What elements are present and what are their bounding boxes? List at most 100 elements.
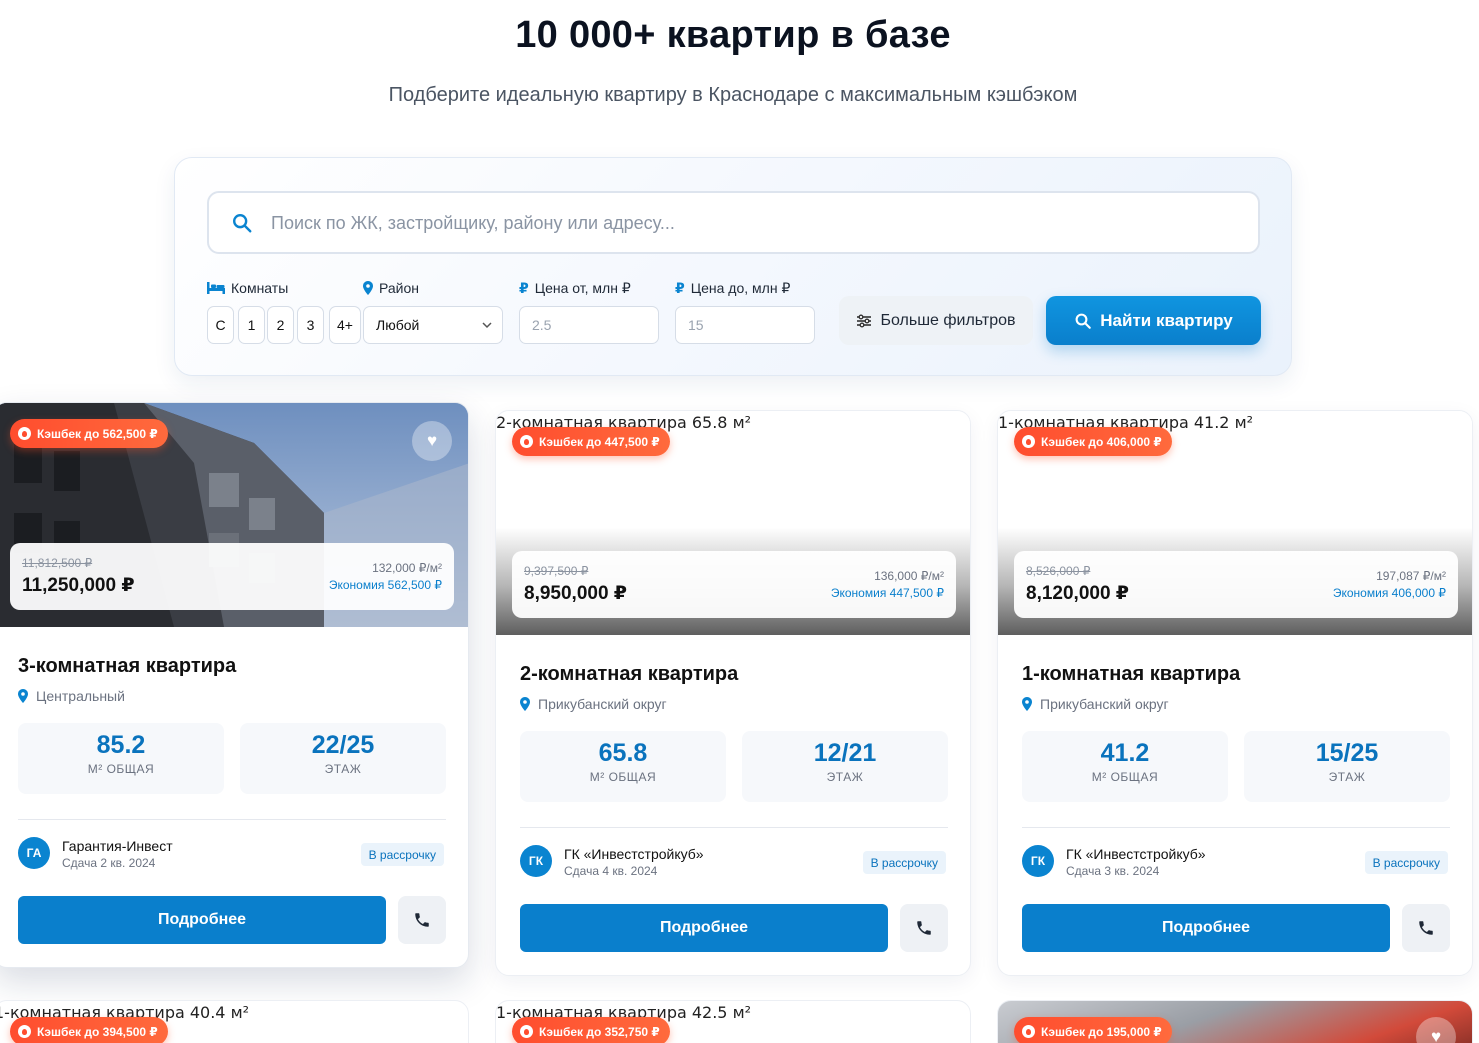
developer-name[interactable]: Гарантия-Инвест: [62, 838, 173, 854]
details-button[interactable]: Подробнее: [18, 896, 386, 944]
apartment-card[interactable]: 2-комнатная квартира 65.8 м² Кэшбек до 4…: [495, 410, 971, 976]
cashback-badge: Кэшбек до 562,500 ₽: [10, 419, 168, 448]
room-option-1[interactable]: 1: [238, 306, 265, 344]
details-button[interactable]: Подробнее: [1022, 904, 1390, 952]
find-apartment-label: Найти квартиру: [1100, 310, 1233, 330]
savings-text: Экономия 562,500 ₽: [328, 578, 442, 592]
favorite-heart-icon[interactable]: ♥: [412, 421, 452, 461]
card-location: Прикубанский округ: [1022, 696, 1169, 712]
developer-name[interactable]: ГК «Инвестстройкуб»: [564, 846, 704, 862]
apartment-card[interactable]: 1-комнатная квартира 42.5 м² Кэшбек до 3…: [495, 1000, 971, 1043]
area-value: 65.8: [598, 739, 648, 767]
phone-icon: [415, 913, 429, 927]
price-to-input[interactable]: 15: [675, 306, 815, 344]
current-price: 8,120,000 ₽: [1026, 583, 1130, 604]
search-icon: [233, 214, 252, 233]
floor-value: 15/25: [1315, 739, 1379, 767]
floor-value: 12/21: [813, 739, 877, 767]
cashback-badge: Кэшбек до 195,000 ₽: [1014, 1017, 1172, 1043]
cashback-badge: Кэшбек до 406,000 ₽: [1014, 427, 1172, 456]
cashback-badge-text: Кэшбек до 195,000 ₽: [1041, 1024, 1162, 1039]
current-price: 8,950,000 ₽: [524, 583, 628, 604]
cashback-badge: Кэшбек до 447,500 ₽: [512, 427, 670, 456]
phone-icon: [1419, 921, 1433, 935]
room-option-studio[interactable]: С: [207, 306, 234, 344]
price-to-label-text: Цена до, млн ₽: [690, 280, 791, 296]
more-filters-label: Больше фильтров: [880, 311, 1016, 329]
price-to-label: ₽ Цена до, млн ₽: [675, 280, 790, 297]
favorite-heart-icon[interactable]: ♥: [1416, 1017, 1456, 1043]
room-option-4plus[interactable]: 4+: [329, 306, 361, 344]
floor-stat: 12/21 ЭТАЖ: [742, 731, 948, 802]
area-stat: 41.2 М² ОБЩАЯ: [1022, 731, 1228, 802]
floor-label: ЭТАЖ: [1328, 770, 1366, 784]
current-price: 11,250,000 ₽: [22, 575, 135, 596]
area-value: 41.2: [1100, 739, 1150, 767]
price-from-label: ₽ Цена от, млн ₽: [519, 280, 631, 297]
district-select-value: Любой: [376, 317, 420, 333]
developer-name[interactable]: ГК «Инвестстройкуб»: [1066, 846, 1206, 862]
price-box: 8,526,000 ₽ 8,120,000 ₽ 197,087 ₽/м² Эко…: [1014, 551, 1458, 618]
location-pin-icon: [520, 697, 530, 711]
installment-badge: В рассрочку: [1364, 851, 1448, 874]
area-label: М² ОБЩАЯ: [87, 762, 155, 776]
apartment-card[interactable]: Кэшбек до 195,000 ₽ ♥: [997, 1000, 1473, 1043]
card-location: Прикубанский округ: [520, 696, 667, 712]
district-select[interactable]: Любой: [363, 306, 503, 344]
location-text: Прикубанский округ: [1040, 696, 1169, 712]
cashback-badge-text: Кэшбек до 562,500 ₽: [37, 426, 158, 441]
search-box[interactable]: [207, 191, 1260, 254]
ruble-icon: ₽: [675, 280, 685, 296]
floor-stat: 22/25 ЭТАЖ: [240, 723, 446, 794]
area-stat: 85.2 М² ОБЩАЯ: [18, 723, 224, 794]
card-title: 3-комнатная квартира: [18, 655, 237, 677]
area-label: М² ОБЩАЯ: [589, 770, 657, 784]
floor-label: ЭТАЖ: [826, 770, 864, 784]
price-from-label-text: Цена от, млн ₽: [534, 280, 631, 296]
price-box: 9,397,500 ₽ 8,950,000 ₽ 136,000 ₽/м² Эко…: [512, 551, 956, 618]
cashback-badge: Кэшбек до 394,500 ₽: [10, 1017, 168, 1043]
apartment-card[interactable]: 1-комнатная квартира 41.2 м² Кэшбек до 4…: [997, 410, 1473, 976]
details-button[interactable]: Подробнее: [520, 904, 888, 952]
price-per-m2: 197,087 ₽/м²: [1376, 569, 1446, 583]
fire-icon: [18, 427, 31, 440]
apartment-card[interactable]: Кэшбек до 562,500 ₽ ♥ 11,812,500 ₽ 11,25…: [0, 402, 469, 968]
location-pin-icon: [363, 281, 373, 295]
room-option-3[interactable]: 3: [297, 306, 324, 344]
more-filters-button[interactable]: Больше фильтров: [839, 296, 1033, 345]
divider: [520, 827, 948, 828]
developer-avatar: ГА: [18, 837, 50, 869]
district-label-text: Район: [379, 280, 419, 296]
page-subtitle: Подберите идеальную квартиру в Краснодар…: [388, 84, 1078, 106]
developer-avatar: ГК: [1022, 845, 1054, 877]
fire-icon: [18, 1025, 31, 1038]
divider: [1022, 827, 1450, 828]
card-title: 2-комнатная квартира: [520, 663, 739, 685]
cashback-badge-text: Кэшбек до 447,500 ₽: [539, 434, 660, 449]
cashback-badge: Кэшбек до 352,750 ₽: [512, 1017, 670, 1043]
installment-badge: В рассрочку: [862, 851, 946, 874]
price-box: 11,812,500 ₽ 11,250,000 ₽ 132,000 ₽/м² Э…: [10, 543, 454, 610]
delivery-date: Сдача 3 кв. 2024: [1066, 864, 1160, 878]
search-icon: [1075, 313, 1092, 329]
search-input[interactable]: [271, 205, 1231, 241]
area-label: М² ОБЩАЯ: [1091, 770, 1159, 784]
card-title: 1-комнатная квартира: [1022, 663, 1241, 685]
apartment-card[interactable]: 1-комнатная квартира 40.4 м² Кэшбек до 3…: [0, 1000, 469, 1043]
find-apartment-button[interactable]: Найти квартиру: [1046, 296, 1261, 345]
location-pin-icon: [1022, 697, 1032, 711]
call-button[interactable]: [1402, 904, 1450, 952]
old-price: 8,526,000 ₽: [1026, 564, 1091, 578]
chevron-down-icon: [482, 322, 492, 329]
location-text: Центральный: [36, 688, 125, 704]
divider: [18, 819, 446, 820]
call-button[interactable]: [900, 904, 948, 952]
price-from-input[interactable]: 2.5: [519, 306, 659, 344]
call-button[interactable]: [398, 896, 446, 944]
rooms-label-text: Комнаты: [231, 280, 289, 296]
room-option-2[interactable]: 2: [267, 306, 294, 344]
delivery-date: Сдача 4 кв. 2024: [564, 864, 658, 878]
phone-icon: [917, 921, 931, 935]
price-per-m2: 136,000 ₽/м²: [874, 569, 944, 583]
floor-value: 22/25: [311, 731, 375, 759]
